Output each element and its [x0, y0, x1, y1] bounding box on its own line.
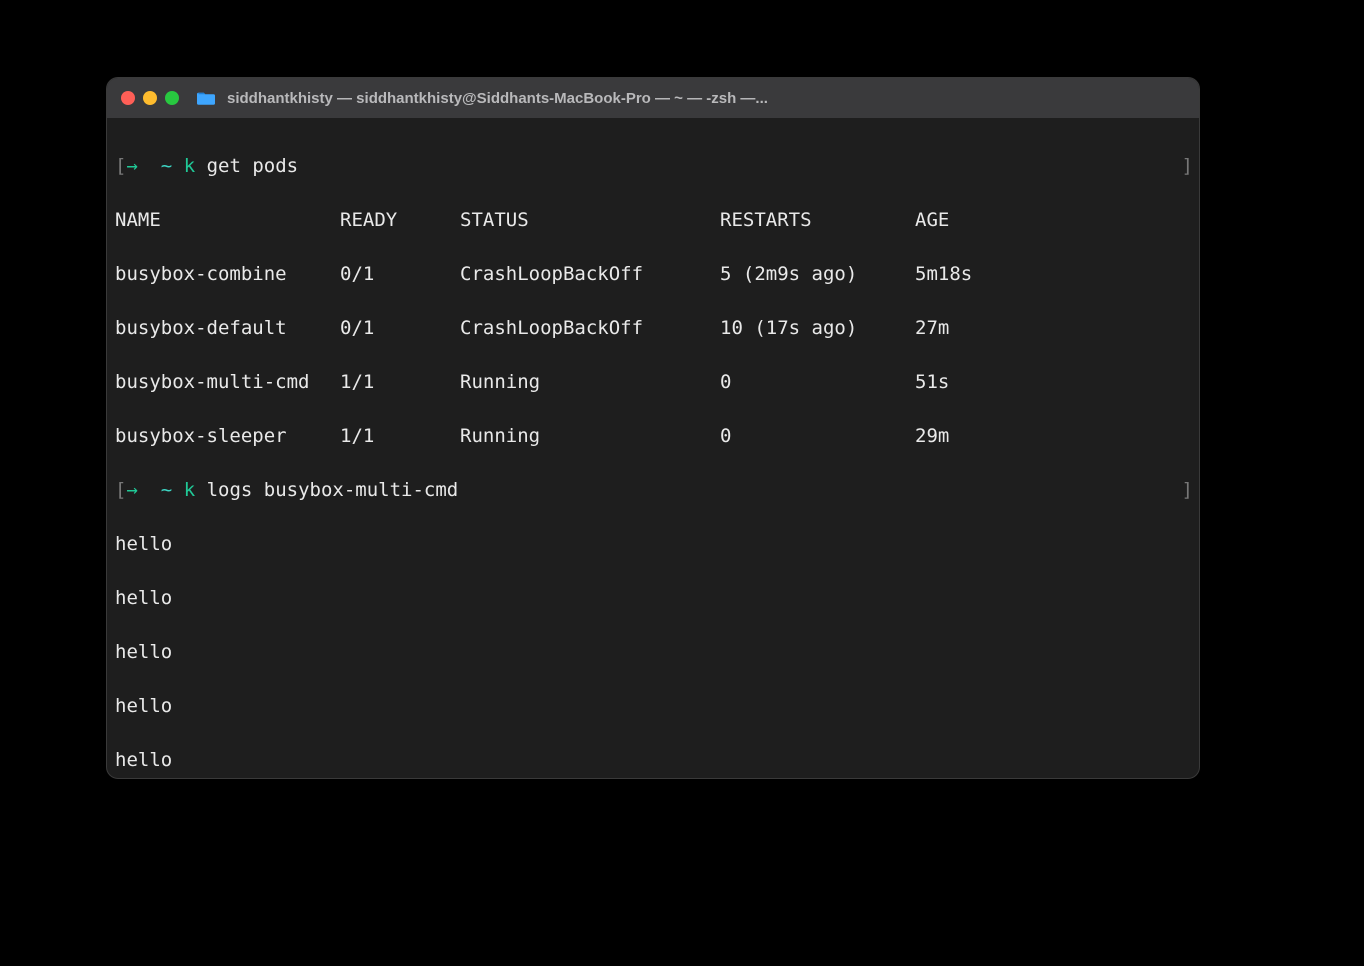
- cell-restarts: 5 (2m9s ago): [720, 261, 915, 288]
- cell-name: busybox-multi-cmd: [115, 369, 340, 396]
- bracket-open: [: [115, 155, 126, 177]
- cmd-name: k: [184, 479, 207, 501]
- prompt-arrow-icon: →: [126, 155, 137, 177]
- log-line: hello: [115, 585, 1193, 612]
- bracket-close: ]: [1182, 153, 1193, 180]
- terminal-body[interactable]: [→ ~ k get pods] NAMEREADYSTATUSRESTARTS…: [107, 118, 1199, 779]
- cell-restarts: 10 (17s ago): [720, 315, 915, 342]
- traffic-lights: [121, 91, 179, 105]
- cell-name: busybox-sleeper: [115, 423, 340, 450]
- cell-age: 29m: [915, 423, 1193, 450]
- prompt-line-1: [→ ~ k get pods]: [115, 153, 1193, 180]
- cell-age: 27m: [915, 315, 1193, 342]
- col-name: NAME: [115, 207, 340, 234]
- log-line: hello: [115, 639, 1193, 666]
- titlebar[interactable]: siddhantkhisty — siddhantkhisty@Siddhant…: [107, 78, 1199, 118]
- cell-status: CrashLoopBackOff: [460, 315, 720, 342]
- table-row: busybox-combine0/1CrashLoopBackOff5 (2m9…: [115, 261, 1193, 288]
- terminal-window: siddhantkhisty — siddhantkhisty@Siddhant…: [106, 77, 1200, 779]
- close-icon[interactable]: [121, 91, 135, 105]
- bracket-open: [: [115, 479, 126, 501]
- cmd-name: k: [184, 155, 207, 177]
- pods-header: NAMEREADYSTATUSRESTARTSAGE: [115, 207, 1193, 234]
- cell-restarts: 0: [720, 423, 915, 450]
- cell-name: busybox-default: [115, 315, 340, 342]
- window-title: siddhantkhisty — siddhantkhisty@Siddhant…: [227, 90, 1185, 107]
- cell-restarts: 0: [720, 369, 915, 396]
- col-ready: READY: [340, 207, 460, 234]
- log-line: hello: [115, 531, 1193, 558]
- cell-status: CrashLoopBackOff: [460, 261, 720, 288]
- col-age: AGE: [915, 207, 1193, 234]
- table-row: busybox-multi-cmd1/1Running051s: [115, 369, 1193, 396]
- cell-name: busybox-combine: [115, 261, 340, 288]
- cell-ready: 0/1: [340, 261, 460, 288]
- log-line: hello: [115, 693, 1193, 720]
- zoom-icon[interactable]: [165, 91, 179, 105]
- log-line: hello: [115, 747, 1193, 774]
- col-status: STATUS: [460, 207, 720, 234]
- cell-status: Running: [460, 423, 720, 450]
- table-row: busybox-sleeper1/1Running029m: [115, 423, 1193, 450]
- col-restarts: RESTARTS: [720, 207, 915, 234]
- bracket-close: ]: [1182, 477, 1193, 504]
- prompt-tilde: ~: [161, 479, 172, 501]
- cell-ready: 1/1: [340, 423, 460, 450]
- cmd-args: get pods: [207, 155, 299, 177]
- minimize-icon[interactable]: [143, 91, 157, 105]
- cell-age: 5m18s: [915, 261, 1193, 288]
- cell-ready: 0/1: [340, 315, 460, 342]
- table-row: busybox-default0/1CrashLoopBackOff10 (17…: [115, 315, 1193, 342]
- cell-status: Running: [460, 369, 720, 396]
- cell-ready: 1/1: [340, 369, 460, 396]
- cell-age: 51s: [915, 369, 1193, 396]
- prompt-tilde: ~: [161, 155, 172, 177]
- prompt-arrow-icon: →: [126, 479, 137, 501]
- prompt-line-2: [→ ~ k logs busybox-multi-cmd]: [115, 477, 1193, 504]
- cmd-args: logs busybox-multi-cmd: [207, 479, 459, 501]
- folder-icon: [197, 91, 215, 105]
